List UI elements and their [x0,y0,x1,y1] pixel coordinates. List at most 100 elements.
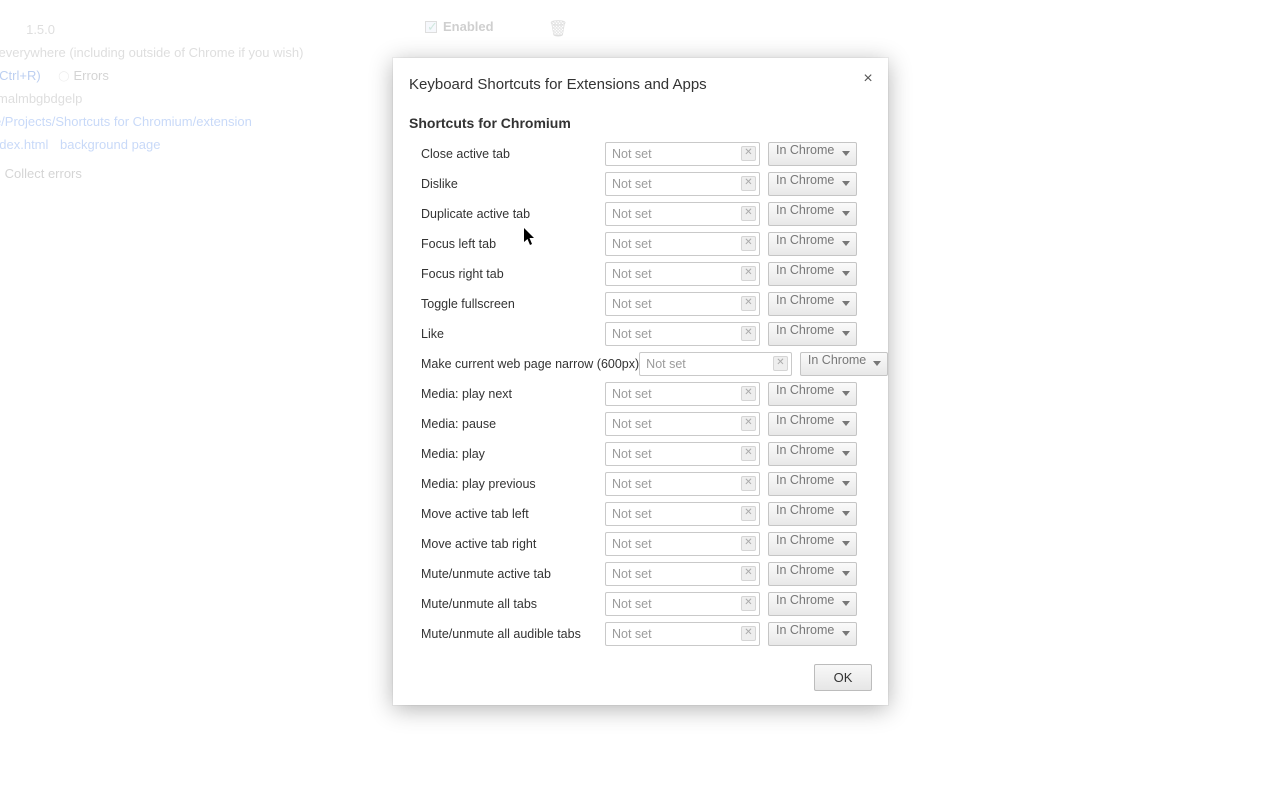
shortcut-row: Media: play next✕In Chrome [409,379,888,409]
scope-select[interactable]: In Chrome [768,382,857,406]
scope-select[interactable]: In Chrome [768,562,857,586]
clear-shortcut-icon[interactable]: ✕ [741,296,756,311]
scope-select-label: In Chrome [776,593,834,607]
scope-select-label: In Chrome [776,503,834,517]
shortcut-input-wrapper: ✕ [605,262,760,286]
clear-shortcut-icon[interactable]: ✕ [741,416,756,431]
shortcut-input[interactable] [605,232,760,256]
clear-shortcut-icon[interactable]: ✕ [741,626,756,641]
scope-select-label: In Chrome [776,233,834,247]
chevron-down-icon [842,151,850,156]
clear-shortcut-icon[interactable]: ✕ [741,176,756,191]
clear-shortcut-icon[interactable]: ✕ [741,266,756,281]
close-icon[interactable]: × [858,70,878,90]
scope-select[interactable]: In Chrome [768,502,857,526]
chevron-down-icon [842,451,850,456]
shortcut-label: Dislike [409,177,605,191]
chevron-down-icon [842,211,850,216]
shortcut-input[interactable] [605,442,760,466]
shortcut-input[interactable] [605,382,760,406]
shortcut-input[interactable] [605,502,760,526]
ok-button[interactable]: OK [814,664,872,691]
clear-shortcut-icon[interactable]: ✕ [741,476,756,491]
shortcut-input[interactable] [605,202,760,226]
scope-select[interactable]: In Chrome [768,292,857,316]
modal-title: Keyboard Shortcuts for Extensions and Ap… [409,76,872,93]
scope-select[interactable]: In Chrome [768,412,857,436]
chevron-down-icon [842,391,850,396]
clear-shortcut-icon[interactable]: ✕ [741,566,756,581]
scope-select-label: In Chrome [776,383,834,397]
clear-shortcut-icon[interactable]: ✕ [741,236,756,251]
scope-select-label: In Chrome [776,203,834,217]
clear-shortcut-icon[interactable]: ✕ [741,206,756,221]
chevron-down-icon [842,481,850,486]
shortcut-row: Mute/unmute all audible tabs✕In Chrome [409,619,888,649]
shortcut-input[interactable] [605,412,760,436]
scope-select[interactable]: In Chrome [768,592,857,616]
keyboard-shortcuts-modal: Keyboard Shortcuts for Extensions and Ap… [393,58,888,705]
chevron-down-icon [873,361,881,366]
clear-shortcut-icon[interactable]: ✕ [741,446,756,461]
shortcut-input[interactable] [605,262,760,286]
scope-select-label: In Chrome [776,563,834,577]
clear-shortcut-icon[interactable]: ✕ [741,146,756,161]
shortcut-input-wrapper: ✕ [605,592,760,616]
scope-select[interactable]: In Chrome [768,532,857,556]
scope-select[interactable]: In Chrome [800,352,888,376]
scope-select[interactable]: In Chrome [768,622,857,646]
chevron-down-icon [842,601,850,606]
scope-select[interactable]: In Chrome [768,142,857,166]
scope-select[interactable]: In Chrome [768,262,857,286]
shortcut-input[interactable] [605,562,760,586]
shortcut-input-wrapper: ✕ [605,142,760,166]
shortcut-input[interactable] [605,142,760,166]
scope-select[interactable]: In Chrome [768,442,857,466]
shortcut-input[interactable] [605,322,760,346]
shortcut-input-wrapper: ✕ [605,202,760,226]
shortcut-input-wrapper: ✕ [605,622,760,646]
clear-shortcut-icon[interactable]: ✕ [741,536,756,551]
clear-shortcut-icon[interactable]: ✕ [741,506,756,521]
scope-select[interactable]: In Chrome [768,322,857,346]
shortcut-label: Toggle fullscreen [409,297,605,311]
shortcut-row: Media: play✕In Chrome [409,439,888,469]
scope-select[interactable]: In Chrome [768,202,857,226]
shortcut-input-wrapper: ✕ [605,292,760,316]
shortcut-input-wrapper: ✕ [605,382,760,406]
shortcut-row: Mute/unmute active tab ✕ In Chrome [409,559,888,589]
shortcut-input-wrapper: ✕ [605,472,760,496]
shortcut-row: Make current web page narrow (600px)✕In … [409,349,888,379]
shortcut-input[interactable] [605,592,760,616]
clear-shortcut-icon[interactable]: ✕ [773,356,788,371]
scope-select-label: In Chrome [776,263,834,277]
shortcut-input[interactable] [639,352,792,376]
scope-select-label: In Chrome [776,533,834,547]
shortcut-row: Toggle fullscreen ✕ In Chrome [409,289,888,319]
scope-select-label: In Chrome [808,353,866,367]
scope-select-label: In Chrome [776,293,834,307]
shortcut-label: Like [409,327,605,341]
shortcut-label: Media: play previous [409,477,605,491]
shortcut-input-wrapper: ✕ [605,322,760,346]
scope-select-label: In Chrome [776,173,834,187]
clear-shortcut-icon[interactable]: ✕ [741,386,756,401]
shortcut-label: Mute/unmute active tab [409,567,605,581]
chevron-down-icon [842,301,850,306]
shortcut-input[interactable] [605,622,760,646]
scope-select[interactable]: In Chrome [768,472,857,496]
shortcut-row: Focus left tab✕In Chrome [409,229,888,259]
clear-shortcut-icon[interactable]: ✕ [741,596,756,611]
chevron-down-icon [842,181,850,186]
scope-select[interactable]: In Chrome [768,172,857,196]
shortcut-input[interactable] [605,472,760,496]
chevron-down-icon [842,421,850,426]
shortcut-input[interactable] [605,532,760,556]
section-title: Shortcuts for Chromium [409,115,888,131]
scope-select[interactable]: In Chrome [768,232,857,256]
clear-shortcut-icon[interactable]: ✕ [741,326,756,341]
modal-body[interactable]: Shortcuts for Chromium Close active tab✕… [393,105,888,654]
shortcut-input[interactable] [605,292,760,316]
shortcut-row: Media: pause✕In Chrome [409,409,888,439]
shortcut-input[interactable] [605,172,760,196]
